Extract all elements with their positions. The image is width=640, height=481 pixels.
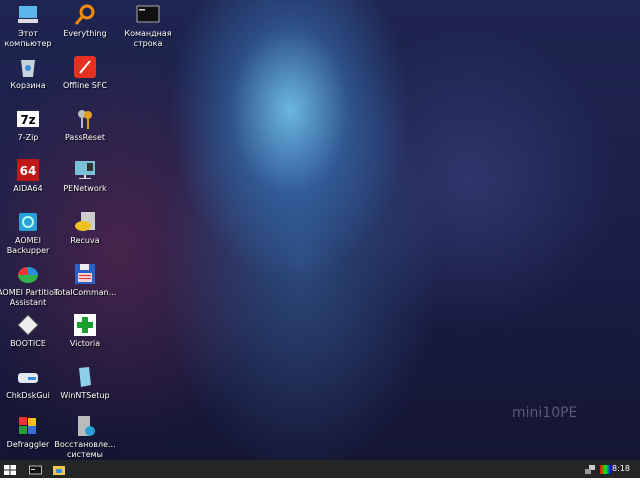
clock[interactable]: 8:18 xyxy=(612,464,630,473)
network-icon xyxy=(73,158,97,182)
desktop-icon[interactable]: Offline SFC xyxy=(54,55,116,91)
desktop-icon-label: Everything xyxy=(63,29,107,38)
recycle-bin-icon xyxy=(16,55,40,79)
desktop-icon-label: AOMEI Backupper xyxy=(6,236,50,255)
computer-icon xyxy=(16,3,40,27)
desktop-icon[interactable]: AOMEI Partition Assistant xyxy=(0,262,59,308)
aomei-partition-icon xyxy=(16,262,40,286)
taskbar: 8:18 xyxy=(0,460,640,478)
desktop-icon-label: WinNTSetup xyxy=(60,391,110,400)
desktop-icon[interactable]: PENetwork xyxy=(54,158,116,194)
desktop-icon-label: TotalComman... xyxy=(54,288,117,297)
desktop-icon-label: Defraggler xyxy=(6,440,50,449)
desktop-icon-label: Командная строка xyxy=(124,29,172,48)
start-button[interactable] xyxy=(4,462,16,476)
desktop-icon-label: PassReset xyxy=(64,133,106,142)
windows-logo-icon xyxy=(4,465,16,475)
7zip-icon: 7z xyxy=(16,107,40,131)
folder-icon xyxy=(53,466,65,475)
desktop-icon[interactable]: WinNTSetup xyxy=(54,365,116,401)
defraggler-icon xyxy=(16,414,40,438)
taskbar-explorer-button[interactable] xyxy=(53,462,66,476)
system-restore-icon xyxy=(73,414,97,438)
desktop-icon[interactable]: 64 AIDA64 xyxy=(0,158,59,194)
bootice-icon xyxy=(16,313,40,337)
desktop-icon[interactable]: Defraggler xyxy=(0,414,59,450)
desktop-icon[interactable]: TotalComman... xyxy=(54,262,116,298)
desktop-icon[interactable]: Этот компьютер xyxy=(0,3,59,49)
keys-icon xyxy=(73,107,97,131)
desktop-icon-label: AIDA64 xyxy=(13,184,43,193)
desktop-icon[interactable]: AOMEI Backupper xyxy=(0,210,59,256)
desktop-icon[interactable]: Корзина xyxy=(0,55,59,91)
desktop-icon-label: Recuva xyxy=(70,236,100,245)
desktop-icon-label: Корзина xyxy=(10,81,46,90)
watermark: mini10PE xyxy=(512,405,578,421)
desktop-icon-label: Этот компьютер xyxy=(4,29,52,48)
desktop-icon-label: Восстановле... системы xyxy=(54,440,116,459)
drive-icon xyxy=(16,365,40,389)
svg-text:7z: 7z xyxy=(20,113,35,127)
offline-sfc-icon xyxy=(73,55,97,79)
desktop-icon-label: Victoria xyxy=(69,339,101,348)
victoria-icon xyxy=(73,313,97,337)
desktop-icon[interactable]: Recuva xyxy=(54,210,116,246)
floppy-icon xyxy=(73,262,97,286)
desktop-icon-label: Offline SFC xyxy=(62,81,108,90)
desktop-icon-label: ChkDskGui xyxy=(6,391,50,400)
recuva-icon xyxy=(73,210,97,234)
desktop-icon[interactable]: PassReset xyxy=(54,107,116,143)
aomei-backupper-icon xyxy=(16,210,40,234)
cmd-icon xyxy=(29,465,42,475)
desktop-icon[interactable]: ChkDskGui xyxy=(0,365,59,401)
svg-text:64: 64 xyxy=(20,164,37,178)
desktop-icon-label: AOMEI Partition Assistant xyxy=(0,288,59,307)
winntsetup-icon xyxy=(73,365,97,389)
desktop-icon[interactable]: 7z 7-Zip xyxy=(0,107,59,143)
desktop-icon[interactable]: BOOTICE xyxy=(0,313,59,349)
desktop-icon-label: BOOTICE xyxy=(10,339,46,348)
aida64-icon: 64 xyxy=(16,158,40,182)
display-tray-icon[interactable] xyxy=(600,462,611,476)
network-tray-icon[interactable] xyxy=(584,462,596,476)
desktop-icon-label: PENetwork xyxy=(63,184,107,193)
desktop-icon-label: 7-Zip xyxy=(17,133,39,142)
cmd-icon xyxy=(136,3,160,27)
taskbar-cmd-button[interactable] xyxy=(29,462,42,476)
search-icon xyxy=(73,3,97,27)
desktop-icon[interactable]: Everything xyxy=(54,3,116,39)
desktop-icon[interactable]: Командная строка xyxy=(117,3,179,49)
desktop-icon[interactable]: Victoria xyxy=(54,313,116,349)
desktop-icon[interactable]: Восстановле... системы xyxy=(54,414,116,460)
